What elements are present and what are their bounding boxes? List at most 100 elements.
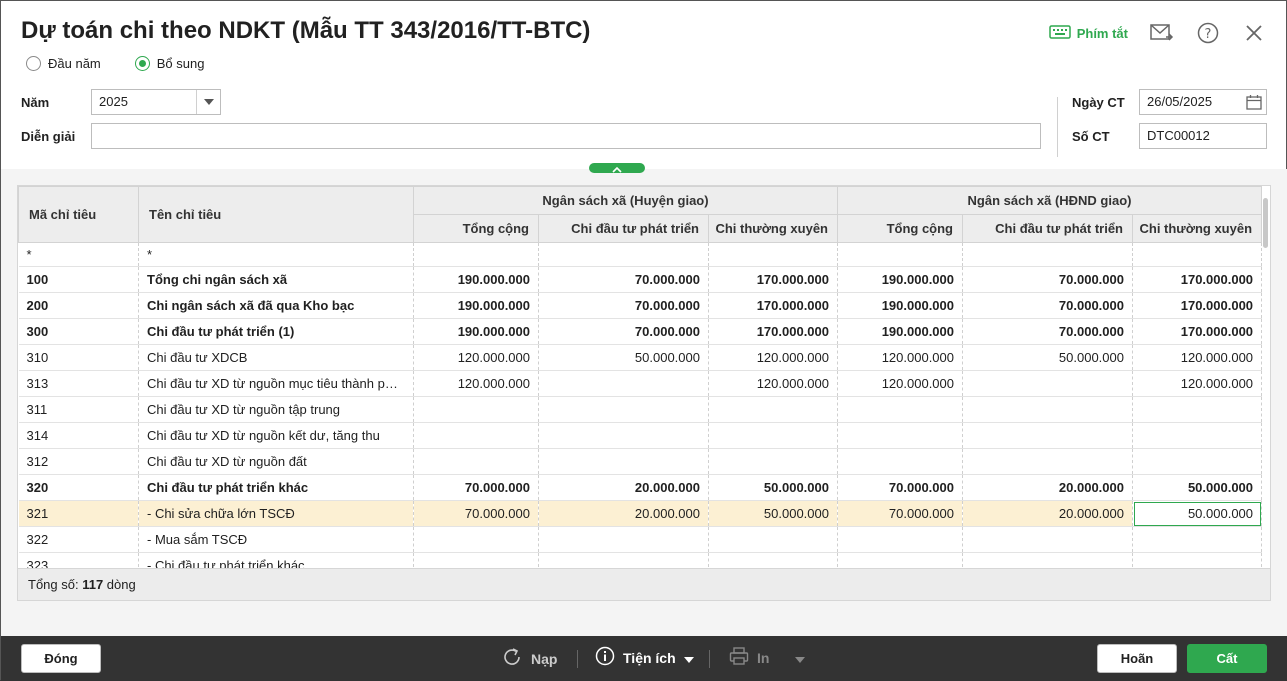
chevron-down-icon[interactable]: [196, 90, 220, 114]
header-ctx-2[interactable]: Chi thường xuyên: [1131, 214, 1263, 243]
cell-ten[interactable]: Tổng chi ngân sách xã: [138, 266, 414, 293]
cell-value[interactable]: [538, 370, 709, 397]
ngay-ct-datepicker[interactable]: 26/05/2025: [1139, 89, 1267, 115]
cell-value[interactable]: 50.000.000: [1132, 474, 1263, 501]
cell-value[interactable]: [413, 448, 539, 475]
cell-ten[interactable]: - Mua sắm TSCĐ: [138, 526, 414, 553]
radio-dau-nam-dot[interactable]: [26, 56, 41, 71]
cell-value[interactable]: [538, 422, 709, 449]
cell-value[interactable]: 70.000.000: [837, 500, 963, 527]
cell-value[interactable]: [962, 396, 1133, 423]
cell-value[interactable]: 70.000.000: [538, 318, 709, 345]
filter-cell[interactable]: [1132, 242, 1263, 267]
cell-value[interactable]: 20.000.000: [962, 474, 1133, 501]
shortcut-button[interactable]: Phím tắt: [1048, 24, 1128, 42]
cell-value[interactable]: 50.000.000: [708, 500, 838, 527]
cell-value[interactable]: [962, 526, 1133, 553]
cell-value[interactable]: 70.000.000: [962, 292, 1133, 319]
cell-ten[interactable]: Chi đầu tư phát triển (1): [138, 318, 414, 345]
header-ten-chi-tieu[interactable]: Tên chỉ tiêu: [138, 186, 414, 243]
cell-value[interactable]: 50.000.000: [962, 344, 1133, 371]
cell-value[interactable]: 120.000.000: [837, 344, 963, 371]
print-button[interactable]: In: [729, 646, 806, 669]
cell-value[interactable]: [1132, 422, 1263, 449]
cell-value[interactable]: [962, 448, 1133, 475]
header-tong-cong-1[interactable]: Tổng cộng: [413, 214, 539, 243]
cell-value[interactable]: 70.000.000: [413, 500, 539, 527]
cell-value[interactable]: 120.000.000: [413, 370, 539, 397]
cell-value[interactable]: 70.000.000: [538, 266, 709, 293]
cell-ma[interactable]: 313: [18, 370, 139, 397]
cell-ma[interactable]: 200: [18, 292, 139, 319]
cell-value[interactable]: 190.000.000: [413, 318, 539, 345]
cell-value[interactable]: 70.000.000: [413, 474, 539, 501]
header-dtpt-2[interactable]: Chi đầu tư phát triển: [962, 214, 1133, 243]
radio-bo-sung-dot[interactable]: [134, 56, 150, 71]
cell-ma[interactable]: 322: [18, 526, 139, 553]
cell-value[interactable]: [837, 448, 963, 475]
cell-value[interactable]: 20.000.000: [962, 500, 1133, 527]
cell-value[interactable]: 50.000.000: [538, 344, 709, 371]
table-row[interactable]: 321- Chi sửa chữa lớn TSCĐ 70.000.000 20.0…: [18, 500, 1263, 527]
filter-ma[interactable]: *: [18, 242, 139, 267]
table-row[interactable]: 310 Chi đầu tư XDCB 120.000.000 50.000.000 1…: [18, 344, 1263, 371]
cell-value[interactable]: 20.000.000: [538, 474, 709, 501]
cell-value[interactable]: [708, 422, 838, 449]
cell-value[interactable]: [837, 526, 963, 553]
cell-value[interactable]: 120.000.000: [708, 344, 838, 371]
radio-bo-sung[interactable]: Bổ sung: [134, 56, 204, 71]
cell-value[interactable]: [837, 422, 963, 449]
filter-ten[interactable]: *: [138, 242, 414, 267]
cell-value[interactable]: 190.000.000: [413, 266, 539, 293]
cell-value[interactable]: 120.000.000: [413, 344, 539, 371]
dien-giai-input[interactable]: [91, 123, 1041, 149]
cell-ma[interactable]: 312: [18, 448, 139, 475]
header-tong-cong-2[interactable]: Tổng cộng: [837, 214, 963, 243]
table-row[interactable]: 312 Chi đầu tư XD từ nguồn đất: [18, 448, 1263, 475]
cell-value[interactable]: 170.000.000: [1132, 318, 1263, 345]
cell-value[interactable]: 20.000.000: [538, 500, 709, 527]
cell-ten[interactable]: Chi ngân sách xã đã qua Kho bạc: [138, 292, 414, 319]
cell-ma[interactable]: 321: [18, 500, 139, 527]
utility-menu-button[interactable]: Tiện ích: [595, 646, 694, 669]
filter-cell[interactable]: [837, 242, 963, 267]
cell-ten[interactable]: Chi đầu tư XD từ nguồn mục tiêu thành ph…: [138, 370, 414, 397]
filter-cell[interactable]: [538, 242, 709, 267]
table-row[interactable]: 100 Tổng chi ngân sách xã 190.000.000 70.00…: [18, 266, 1263, 293]
cell-value[interactable]: 190.000.000: [413, 292, 539, 319]
mail-forward-icon[interactable]: [1150, 21, 1174, 45]
header-ma-chi-tieu[interactable]: Mã chỉ tiêu: [18, 186, 139, 243]
filter-cell[interactable]: [962, 242, 1133, 267]
cell-value[interactable]: [538, 526, 709, 553]
cell-value[interactable]: 120.000.000: [708, 370, 838, 397]
table-row[interactable]: 313 Chi đầu tư XD từ nguồn mục tiêu thành…: [18, 370, 1263, 397]
nam-combobox[interactable]: 2025: [91, 89, 221, 115]
cell-value[interactable]: 170.000.000: [1132, 266, 1263, 293]
cell-value[interactable]: 120.000.000: [837, 370, 963, 397]
table-row[interactable]: 320 Chi đầu tư phát triển khác 70.000.000 2…: [18, 474, 1263, 501]
help-icon[interactable]: ?: [1196, 21, 1220, 45]
cell-value[interactable]: 50.000.000: [1132, 500, 1263, 527]
cell-ma[interactable]: 320: [18, 474, 139, 501]
cell-value[interactable]: [1132, 396, 1263, 423]
cell-value[interactable]: [538, 396, 709, 423]
cell-value[interactable]: 70.000.000: [962, 266, 1133, 293]
header-dtpt-1[interactable]: Chi đầu tư phát triển: [538, 214, 709, 243]
cell-value[interactable]: 170.000.000: [708, 266, 838, 293]
cell-value[interactable]: 170.000.000: [708, 292, 838, 319]
cell-value[interactable]: [708, 448, 838, 475]
cell-value[interactable]: [708, 396, 838, 423]
cell-ma[interactable]: 310: [18, 344, 139, 371]
so-ct-input[interactable]: DTC00012: [1139, 123, 1267, 149]
header-ctx-1[interactable]: Chi thường xuyên: [708, 214, 838, 243]
close-button[interactable]: Đóng: [21, 644, 101, 673]
save-button[interactable]: Cất: [1187, 644, 1267, 673]
table-row[interactable]: 200 Chi ngân sách xã đã qua Kho bạc 190.00…: [18, 292, 1263, 319]
cell-ma[interactable]: 100: [18, 266, 139, 293]
collapse-toggle[interactable]: [589, 163, 645, 173]
close-icon[interactable]: [1242, 21, 1266, 45]
cell-ma[interactable]: 314: [18, 422, 139, 449]
cell-value[interactable]: [1132, 526, 1263, 553]
cell-ten[interactable]: Chi đầu tư XD từ nguồn đất: [138, 448, 414, 475]
cell-value[interactable]: 70.000.000: [837, 474, 963, 501]
